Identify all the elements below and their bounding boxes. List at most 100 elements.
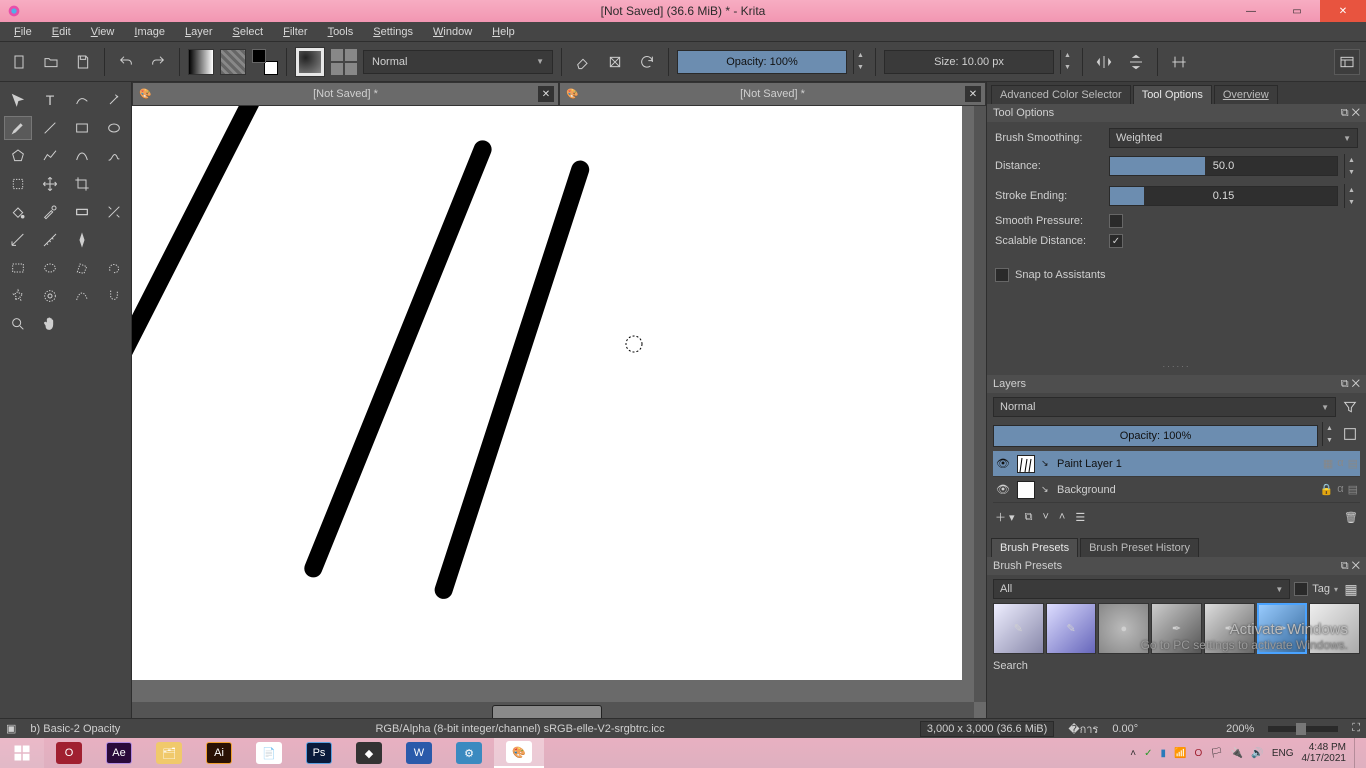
- tool-select-magnetic[interactable]: [100, 284, 128, 308]
- close-button[interactable]: ✕: [1320, 0, 1366, 22]
- menu-layer[interactable]: Layer: [177, 24, 221, 40]
- tool-brush[interactable]: [4, 116, 32, 140]
- menu-image[interactable]: Image: [126, 24, 173, 40]
- tool-assistants[interactable]: [4, 228, 32, 252]
- stroke-ending-spinner[interactable]: ▲▼: [1344, 184, 1358, 208]
- taskbar-app-settings[interactable]: ⚙: [444, 738, 494, 768]
- delete-layer-button[interactable]: 🗑: [1344, 511, 1358, 524]
- taskbar-app-krita[interactable]: 🎨: [494, 738, 544, 768]
- gradient-swatch[interactable]: [188, 49, 214, 75]
- tool-ellipse[interactable]: [100, 116, 128, 140]
- v-scrollbar[interactable]: [974, 106, 986, 702]
- menu-edit[interactable]: Edit: [44, 24, 79, 40]
- tool-edit-shapes[interactable]: [68, 88, 96, 112]
- new-file-button[interactable]: [6, 49, 32, 75]
- brush-preset-button[interactable]: [295, 47, 325, 77]
- layer-blend-mode-select[interactable]: Normal▼: [993, 397, 1336, 417]
- tool-line[interactable]: [36, 116, 64, 140]
- doc-tab-1[interactable]: 🎨 [Not Saved] * ✕: [132, 82, 559, 106]
- selection-mask-icon[interactable]: ▣: [6, 722, 16, 735]
- tool-reference[interactable]: [68, 228, 96, 252]
- tray-security-icon[interactable]: ✓: [1144, 748, 1152, 759]
- layer-extra-button[interactable]: [1340, 424, 1360, 444]
- tool-color-picker[interactable]: [36, 200, 64, 224]
- tray-power-icon[interactable]: 🔌: [1231, 748, 1243, 759]
- layer-opacity-slider[interactable]: Opacity: 100%: [993, 425, 1318, 447]
- layer-opacity-spinner[interactable]: ▲▼: [1322, 422, 1336, 446]
- menu-view[interactable]: View: [83, 24, 123, 40]
- start-button[interactable]: [0, 738, 44, 768]
- opacity-spinner[interactable]: ▲▼: [853, 50, 867, 74]
- duplicate-layer-button[interactable]: ⧉: [1025, 511, 1033, 524]
- show-desktop-button[interactable]: [1354, 738, 1360, 768]
- taskbar-app-explorer[interactable]: 🗂: [144, 738, 194, 768]
- tab-tool-options[interactable]: Tool Options: [1133, 85, 1212, 104]
- tool-freehand-path[interactable]: [100, 144, 128, 168]
- brush-preset-item[interactable]: ✎: [1046, 603, 1097, 654]
- pattern-swatch[interactable]: [220, 49, 246, 75]
- taskbar-app-opera[interactable]: O: [44, 738, 94, 768]
- blend-mode-select[interactable]: Normal▼: [363, 50, 553, 74]
- undo-button[interactable]: [113, 49, 139, 75]
- zoom-slider[interactable]: [1268, 726, 1338, 732]
- tool-fill[interactable]: [4, 200, 32, 224]
- tool-crop[interactable]: [68, 172, 96, 196]
- tool-polyline[interactable]: [36, 144, 64, 168]
- snap-assistants-checkbox[interactable]: [995, 268, 1009, 282]
- open-file-button[interactable]: [38, 49, 64, 75]
- mirror-h-button[interactable]: [1091, 49, 1117, 75]
- tab-brush-preset-history[interactable]: Brush Preset History: [1080, 538, 1199, 557]
- brush-smoothing-select[interactable]: Weighted▼: [1109, 128, 1358, 148]
- alpha-icon[interactable]: α: [1337, 457, 1343, 470]
- taskbar-app-photoshop[interactable]: Ps: [294, 738, 344, 768]
- tool-polygon[interactable]: [4, 144, 32, 168]
- close-tab-button[interactable]: ✕: [538, 86, 554, 102]
- layer-filter-button[interactable]: [1340, 397, 1360, 417]
- doc-tab-2[interactable]: 🎨 [Not Saved] * ✕: [559, 82, 986, 106]
- tray-volume-icon[interactable]: 🔊: [1251, 748, 1263, 759]
- tool-pan[interactable]: [36, 312, 64, 336]
- layer-menu-icon[interactable]: ▤: [1348, 457, 1358, 470]
- stroke-ending-slider[interactable]: 0.15: [1109, 186, 1338, 206]
- save-file-button[interactable]: [70, 49, 96, 75]
- tray-app-icon[interactable]: ▮: [1160, 748, 1166, 759]
- tool-transform[interactable]: [4, 88, 32, 112]
- tray-network-icon[interactable]: 📶: [1174, 748, 1186, 759]
- lock-icon[interactable]: 🔒: [1320, 483, 1334, 496]
- tray-show-hidden-icon[interactable]: ˄: [1130, 748, 1136, 759]
- eraser-mode-button[interactable]: [570, 49, 596, 75]
- taskbar-app-inkscape[interactable]: ◆: [344, 738, 394, 768]
- layer-name[interactable]: Paint Layer 1: [1057, 458, 1317, 470]
- tool-select-bezier[interactable]: [68, 284, 96, 308]
- distance-slider[interactable]: 50.0: [1109, 156, 1338, 176]
- taskbar-app-aftereffects[interactable]: Ae: [94, 738, 144, 768]
- alpha-lock-button[interactable]: [602, 49, 628, 75]
- brush-tag-filter-select[interactable]: All▼: [993, 579, 1290, 599]
- brush-view-button[interactable]: ▦: [1342, 580, 1360, 598]
- tool-select-free[interactable]: [100, 256, 128, 280]
- tray-language[interactable]: ENG: [1272, 748, 1294, 759]
- panel-resize-handle[interactable]: ······: [987, 358, 1366, 375]
- canvas-viewport[interactable]: [132, 106, 986, 718]
- color-swatch[interactable]: [252, 49, 278, 75]
- tool-select-ellipse[interactable]: [36, 256, 64, 280]
- menu-help[interactable]: Help: [484, 24, 523, 40]
- tool-select-similar[interactable]: [36, 284, 64, 308]
- move-layer-up-button[interactable]: ˄: [1059, 511, 1065, 523]
- taskbar-app-notepad[interactable]: 📄: [244, 738, 294, 768]
- reload-preset-button[interactable]: [634, 49, 660, 75]
- menu-tools[interactable]: Tools: [320, 24, 362, 40]
- tool-dyna[interactable]: [4, 172, 32, 196]
- taskbar-app-word[interactable]: W: [394, 738, 444, 768]
- layer-row-background[interactable]: 👁 ↘ Background 🔒α▤: [993, 477, 1360, 503]
- layer-row-paint-layer-1[interactable]: 👁 ↘ Paint Layer 1 ▦α▤: [993, 451, 1360, 477]
- panel-controls-icon[interactable]: ⧉ ✕: [1341, 560, 1360, 573]
- canvas[interactable]: [132, 106, 962, 680]
- tool-select-rect[interactable]: [4, 256, 32, 280]
- tray-opera-icon[interactable]: O: [1194, 748, 1202, 759]
- brush-preset-item[interactable]: ✎: [993, 603, 1044, 654]
- menu-file[interactable]: File: [6, 24, 40, 40]
- tool-calligraphy[interactable]: [100, 88, 128, 112]
- tray-clock[interactable]: 4:48 PM 4/17/2021: [1302, 742, 1347, 764]
- tab-overview[interactable]: Overview: [1214, 85, 1278, 104]
